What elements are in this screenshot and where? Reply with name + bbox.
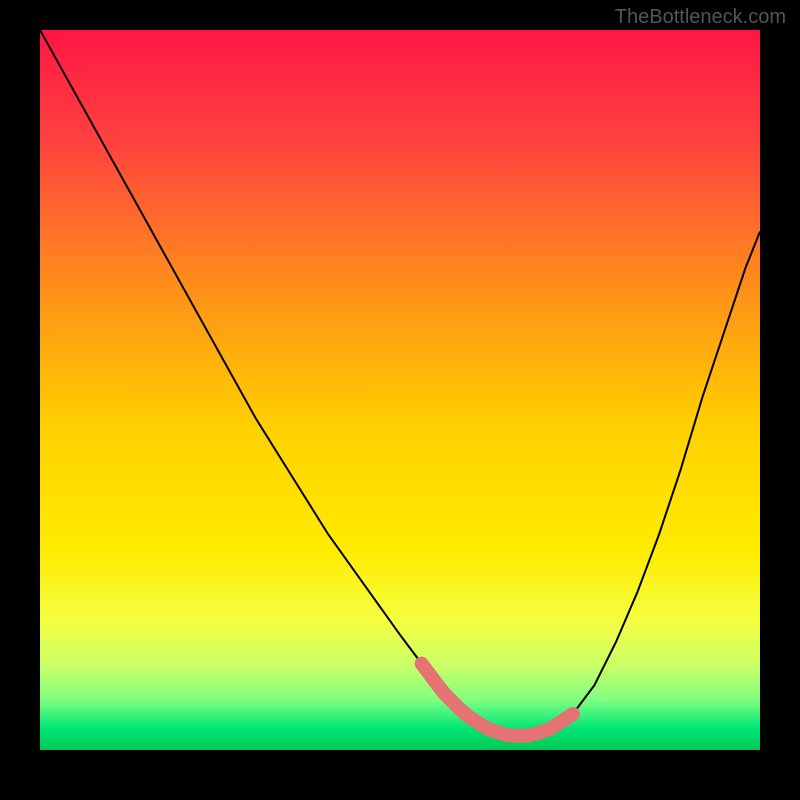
highlight-end-dot bbox=[566, 707, 580, 721]
bottleneck-curve bbox=[40, 30, 760, 736]
curve-layer bbox=[40, 30, 760, 750]
watermark-text: TheBottleneck.com bbox=[615, 6, 786, 29]
optimal-range-highlight bbox=[422, 664, 573, 736]
chart-container: TheBottleneck.com bbox=[0, 0, 800, 800]
plot-area bbox=[40, 30, 760, 750]
